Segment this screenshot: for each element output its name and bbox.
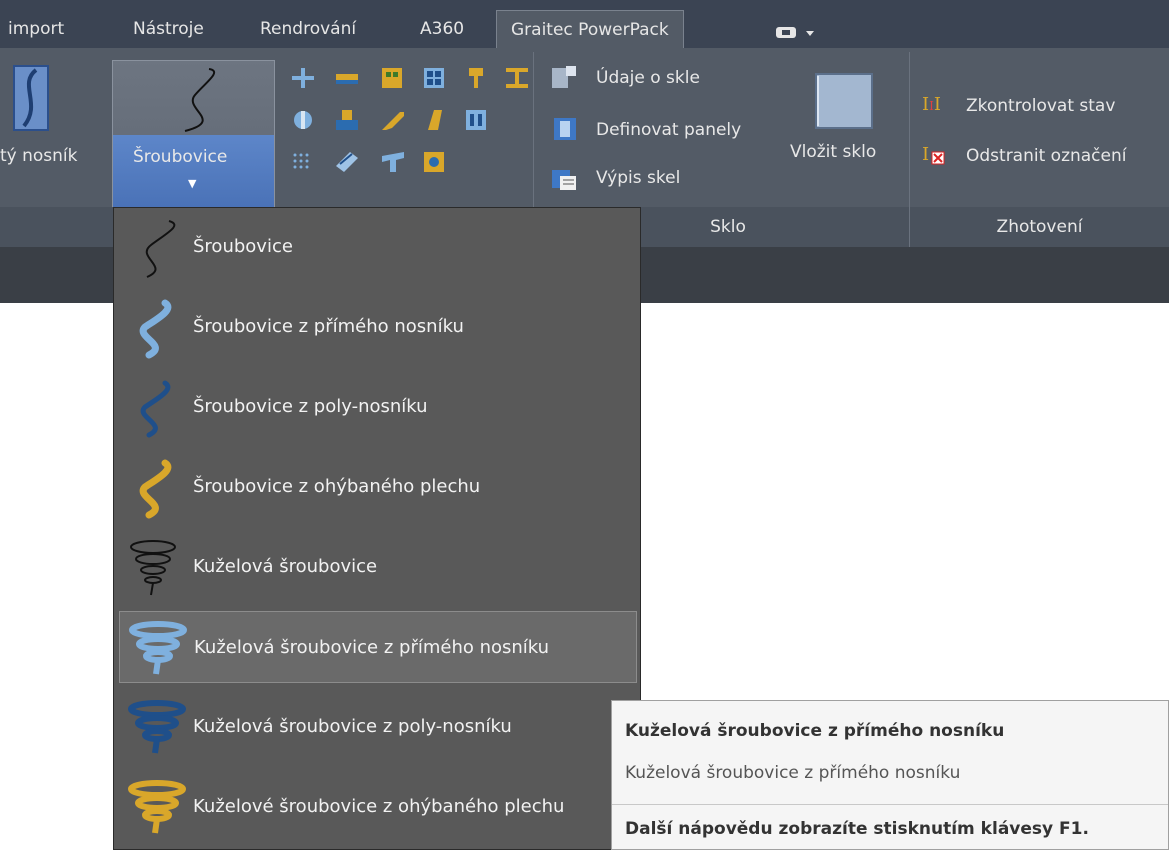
check-status-label: Zkontrolovat stav — [966, 96, 1116, 116]
define-panels-icon — [554, 118, 576, 140]
menu-item-label: Kuželové šroubovice z ohýbaného plechu — [193, 796, 565, 817]
tab-overflow-button[interactable] — [776, 24, 816, 44]
menu-item-conical-helix[interactable]: Kuželová šroubovice — [119, 531, 637, 603]
tooltip-description: Kuželová šroubovice z přímého nosníku — [625, 763, 961, 783]
base-plate-icon[interactable] — [336, 110, 358, 130]
cross-connection-icon[interactable] — [292, 68, 314, 88]
fabrication-panel-title: Zhotovení — [996, 217, 1083, 237]
diagonal-grating-icon[interactable] — [336, 152, 358, 172]
partial-beam-label: tý nosník — [0, 146, 78, 166]
helix-gold-icon — [139, 459, 172, 519]
menu-item-label: Šroubovice z ohýbaného plechu — [193, 476, 481, 497]
conical-helix-light-blue-icon — [129, 621, 187, 675]
menu-item-conical-helix-straight-beam[interactable]: Kuželová šroubovice z přímého nosníku — [119, 611, 637, 683]
menu-item-label: Šroubovice — [193, 236, 293, 257]
insert-glass-button[interactable]: Vložit sklo — [790, 64, 900, 194]
tooltip: Kuželová šroubovice z přímého nosníku Ku… — [611, 700, 1169, 850]
glass-pane-icon — [815, 73, 873, 129]
insert-glass-label: Vložit sklo — [790, 142, 877, 162]
stairs-icon[interactable] — [382, 110, 404, 130]
helix-button-label: Šroubovice — [133, 147, 228, 167]
menu-item-label: Kuželová šroubovice z poly-nosníku — [193, 716, 512, 737]
glass-data-icon — [552, 66, 576, 88]
tab-a360[interactable]: A360 — [420, 12, 464, 46]
glass-panel-title: Sklo — [710, 217, 746, 237]
curved-beam-icon — [13, 65, 49, 131]
tab-import[interactable]: import — [8, 12, 64, 46]
menu-item-helix-bent-plate[interactable]: Šroubovice z ohýbaného plechu — [119, 451, 637, 523]
menu-item-helix-straight-beam[interactable]: Šroubovice z přímého nosníku — [119, 291, 637, 363]
menu-item-conical-helix-poly-beam[interactable]: Kuželová šroubovice z poly-nosníku — [119, 691, 637, 763]
svg-text:I: I — [922, 144, 929, 165]
glass-data-label: Údaje o skle — [596, 68, 700, 88]
helix-dropdown-area[interactable]: Šroubovice ▼ — [113, 135, 274, 207]
window-frame-icon[interactable] — [424, 68, 446, 88]
helix-black-icon — [145, 220, 176, 278]
check-status-icon: III — [922, 94, 941, 115]
tooltip-title: Kuželová šroubovice z přímého nosníku — [625, 721, 1005, 741]
helix-light-blue-icon — [139, 299, 172, 359]
glass-list-label: Výpis skel — [596, 168, 681, 188]
chevron-down-icon: ▼ — [188, 177, 197, 190]
column-connection-icon[interactable] — [466, 68, 488, 88]
helix-icon — [184, 68, 216, 132]
helix-split-button[interactable]: Šroubovice ▼ — [112, 60, 275, 208]
menu-item-label: Šroubovice z přímého nosníku — [193, 316, 464, 337]
tooltip-help: Další nápovědu zobrazíte stisknutím kláv… — [625, 819, 1089, 839]
tab-tools[interactable]: Nástroje — [133, 12, 204, 46]
i-beam-icon[interactable] — [506, 68, 528, 88]
helix-dropdown-menu: Šroubovice Šroubovice z přímého nosníku … — [113, 207, 641, 850]
partial-beam-button[interactable]: tý nosník — [0, 60, 108, 200]
menu-item-helix-poly-beam[interactable]: Šroubovice z poly-nosníku — [119, 371, 637, 443]
panel-separator — [909, 207, 910, 247]
panel-grid-icon[interactable] — [382, 68, 404, 88]
structure-tools-grid — [288, 68, 533, 198]
beam-plate-icon[interactable] — [336, 68, 358, 88]
menu-item-conical-helix-bent-plate[interactable]: Kuželové šroubovice z ohýbaného plechu — [119, 771, 637, 843]
conical-helix-dark-blue-icon — [128, 700, 186, 754]
dotted-pattern-icon[interactable] — [292, 152, 314, 172]
grating-icon[interactable] — [466, 110, 488, 130]
tab-rendering[interactable]: Rendrování — [260, 12, 356, 46]
tee-connection-icon[interactable] — [382, 152, 404, 172]
conical-helix-black-icon — [130, 540, 176, 596]
menu-item-label: Šroubovice z poly-nosníku — [193, 396, 428, 417]
menu-item-helix[interactable]: Šroubovice — [119, 211, 637, 283]
tab-graitec-powerpack[interactable]: Graitec PowerPack — [496, 10, 684, 49]
menu-item-label: Kuželová šroubovice — [193, 556, 378, 577]
helix-dark-blue-icon — [140, 380, 171, 438]
menu-item-label: Kuželová šroubovice z přímého nosníku — [194, 637, 550, 658]
round-joint-icon[interactable] — [292, 110, 314, 130]
bolt-plate-icon[interactable] — [424, 152, 446, 172]
remove-mark-icon: I — [922, 144, 945, 165]
tooltip-divider — [612, 804, 1168, 805]
remove-mark-label: Odstranit označení — [966, 146, 1127, 166]
conical-helix-gold-icon — [128, 780, 186, 834]
plate-yellow-icon[interactable] — [424, 110, 446, 130]
ribbon-tab-bar: import Nástroje Rendrování A360 Graitec … — [0, 0, 1169, 49]
glass-list-icon — [552, 170, 576, 190]
video-icon — [776, 27, 814, 38]
define-panels-label: Definovat panely — [596, 120, 742, 140]
